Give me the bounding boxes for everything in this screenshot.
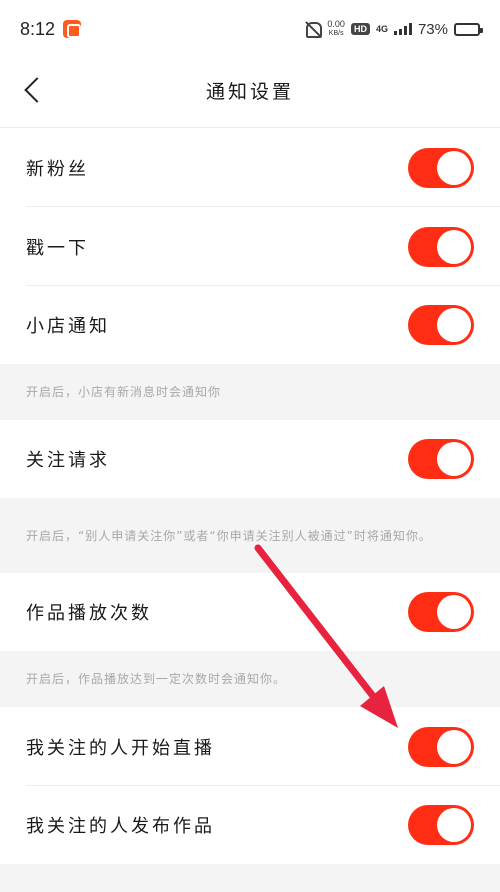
status-bar: 8:12 0.00 KB/s HD 4G 73%: [0, 0, 500, 58]
network-type-label: 4G: [375, 23, 388, 34]
mute-bell-icon: [303, 20, 323, 38]
setting-note-shop: 开启后，小店有新消息时会通知你: [0, 364, 500, 420]
toggle-switch-shop-notifications[interactable]: [408, 305, 474, 345]
setting-note-play-count: 开启后，作品播放达到一定次数时会通知你。: [0, 651, 500, 707]
page-title: 通知设置: [205, 80, 294, 103]
toggle-switch-followed-live[interactable]: [408, 726, 474, 767]
setting-row-followed-posts: 我关注的人发布作品: [0, 786, 500, 864]
setting-label: 我关注的人发布作品: [26, 816, 215, 837]
battery-percent: 73%: [417, 20, 448, 38]
setting-row-follow-requests: 关注请求: [0, 420, 500, 498]
back-arrow-icon[interactable]: [18, 72, 54, 108]
net-speed-value: 0.00: [327, 19, 345, 29]
toggle-switch-followed-posts[interactable]: [408, 805, 474, 845]
app-notification-icon: [63, 20, 82, 38]
net-speed: 0.00 KB/s: [327, 20, 345, 38]
bottom-spacer: [0, 864, 500, 892]
toggle-switch-new-followers[interactable]: [408, 147, 474, 188]
setting-label: 我关注的人开始直播: [26, 737, 215, 759]
setting-label: 作品播放次数: [26, 603, 152, 624]
setting-row-followed-live: 我关注的人开始直播: [0, 707, 500, 786]
hd-badge: HD: [350, 23, 370, 35]
setting-label: 小店通知: [26, 316, 110, 337]
nav-header: 通知设置: [0, 58, 500, 122]
net-speed-unit: KB/s: [328, 30, 344, 37]
setting-row-shop-notifications: 小店通知: [0, 286, 500, 364]
setting-row-play-count: 作品播放次数: [0, 573, 500, 651]
status-indicators: 0.00 KB/s HD 4G 73%: [303, 20, 483, 38]
setting-label: 戳一下: [26, 237, 89, 259]
setting-note-follow-requests: 开启后，“别人申请关注你”或者“你申请关注别人被通过”时将通知你。: [0, 498, 500, 573]
setting-row-new-followers: 新粉丝: [0, 128, 500, 207]
status-time: 8:12: [20, 18, 56, 39]
setting-label: 新粉丝: [26, 158, 89, 180]
setting-label: 关注请求: [26, 450, 110, 471]
toggle-switch-poke[interactable]: [408, 226, 474, 267]
network-type: 4G: [375, 23, 388, 34]
battery-icon: [454, 22, 483, 36]
signal-icon: [393, 23, 412, 35]
setting-row-poke: 戳一下: [0, 207, 500, 286]
toggle-switch-follow-requests[interactable]: [408, 439, 474, 479]
toggle-switch-play-count[interactable]: [408, 592, 474, 632]
